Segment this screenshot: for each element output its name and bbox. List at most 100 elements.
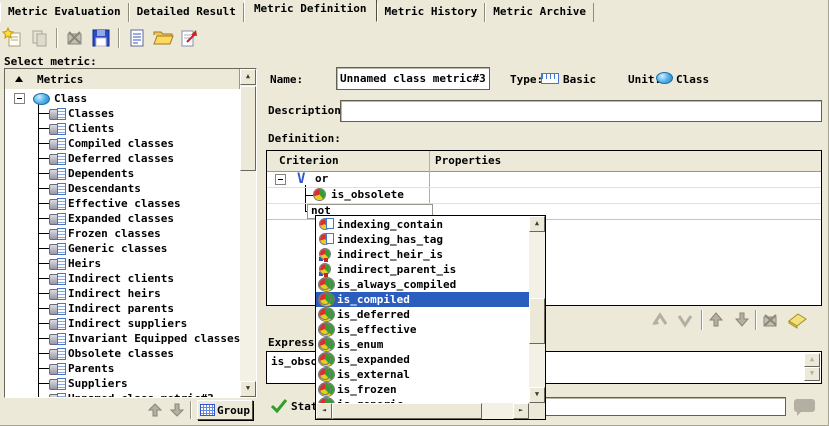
tree-item-metric[interactable]: Unnamed class metric#3 — [5, 391, 240, 397]
scroll-left-icon[interactable]: ◄ — [316, 403, 332, 419]
tree-item-metric[interactable]: Dependents — [5, 166, 240, 181]
move-up-icon — [707, 311, 725, 329]
criterion-option[interactable]: is_deferred — [316, 307, 529, 322]
metric-icon — [49, 228, 66, 240]
unit-value: Class — [676, 73, 709, 86]
criterion-option[interactable]: indirect_heir_is — [316, 247, 529, 262]
criterion-option-label: indirect_heir_is — [337, 247, 443, 262]
open-metrics-folder-button[interactable] — [151, 26, 175, 50]
tree-item-label: Clients — [68, 121, 114, 136]
status-ok-check-icon — [270, 397, 288, 415]
scrollbar-thumb[interactable] — [529, 298, 545, 344]
criterion-column-header[interactable]: Criterion — [279, 154, 339, 167]
dropdown-horizontal-scrollbar[interactable]: ◄ ► — [316, 403, 529, 419]
criterion-option[interactable]: indirect_parent_is — [316, 262, 529, 277]
class-unit-icon — [656, 72, 673, 84]
tree-item-label: Descendants — [68, 181, 141, 196]
tab-metric-archive[interactable]: Metric Archive — [485, 3, 594, 22]
toolbar-separator — [56, 28, 58, 48]
expression-scroll-up-icon[interactable]: ▲ — [804, 353, 820, 367]
tab-detailed-result[interactable]: Detailed Result — [129, 3, 244, 22]
tree-item-metric[interactable]: Compiled classes — [5, 136, 240, 151]
tree-item-label: Unnamed class metric#3 — [68, 391, 214, 397]
scroll-down-icon[interactable]: ▼ — [529, 387, 545, 403]
tree-item-metric[interactable]: Heirs — [5, 256, 240, 271]
metric-icon — [49, 198, 66, 210]
criterion-option[interactable]: indexing_has_tag — [316, 232, 529, 247]
expression-scroll-down-icon[interactable]: ▼ — [804, 367, 820, 381]
tree-item-metric[interactable]: Frozen classes — [5, 226, 240, 241]
criterion-option[interactable]: is_expanded — [316, 352, 529, 367]
scrollbar-thumb[interactable] — [240, 86, 256, 171]
tree-item-metric[interactable]: Parents — [5, 361, 240, 376]
tree-item-metric[interactable]: Suppliers — [5, 376, 240, 391]
properties-column-header[interactable]: Properties — [435, 154, 501, 167]
tree-item-label: Compiled classes — [68, 136, 174, 151]
criterion-row-or[interactable]: V or — [267, 171, 821, 188]
scroll-up-icon[interactable]: ▲ — [240, 69, 256, 85]
criterion-option[interactable]: indexing_contain — [316, 217, 529, 232]
tree-scrollbar[interactable]: ▲ ▼ — [240, 69, 256, 397]
scroll-right-icon[interactable]: ► — [513, 403, 529, 419]
tree-item-class-root[interactable]: Class — [5, 91, 240, 106]
criterion-option[interactable]: is_enum — [316, 337, 529, 352]
tab-metric-definition[interactable]: Metric Definition — [244, 0, 377, 22]
criterion-row-is-obsolete[interactable]: is_obsolete — [267, 187, 821, 204]
toolbar-separator — [118, 28, 120, 48]
tree-item-metric[interactable]: Indirect suppliers — [5, 316, 240, 331]
tree-item-label: Invariant Equipped classes — [68, 331, 240, 346]
dropdown-vertical-scrollbar[interactable]: ▲ ▼ — [529, 216, 545, 403]
toolbar-separator — [701, 310, 703, 330]
tree-item-label: Obsolete classes — [68, 346, 174, 361]
tree-item-metric[interactable]: Expanded classes — [5, 211, 240, 226]
criterion-dropdown: indexing_contain indexing_has_tag indire… — [315, 215, 546, 420]
tree-connector-tick — [38, 173, 49, 174]
tree-item-label: Indirect clients — [68, 271, 174, 286]
criterion-option[interactable]: is_compiled — [316, 292, 529, 307]
save-metric-button[interactable] — [89, 26, 113, 50]
tree-item-metric[interactable]: Indirect clients — [5, 271, 240, 286]
tree-footer: Group — [4, 399, 257, 421]
tree-connector-tick — [38, 248, 49, 249]
scroll-down-icon[interactable]: ▼ — [240, 381, 256, 397]
tree-item-metric[interactable]: Obsolete classes — [5, 346, 240, 361]
tree-item-metric[interactable]: Classes — [5, 106, 240, 121]
criterion-option[interactable]: is_effective — [316, 322, 529, 337]
metric-tool-window: Metric Evaluation Detailed Result Metric… — [0, 0, 829, 426]
scroll-up-icon[interactable]: ▲ — [529, 216, 545, 232]
tree-connector-tick — [38, 293, 49, 294]
tree-item-metric[interactable]: Descendants — [5, 181, 240, 196]
tree-connector-tick — [38, 128, 49, 129]
tree-item-metric[interactable]: Indirect parents — [5, 301, 240, 316]
export-metrics-button[interactable] — [177, 26, 201, 50]
criterion-option-label: indirect_parent_is — [337, 262, 456, 277]
tree-item-metric[interactable]: Indirect heirs — [5, 286, 240, 301]
metric-icon — [49, 168, 66, 180]
criterion-option-label: is_enum — [337, 337, 383, 352]
collapse-icon[interactable] — [14, 93, 25, 104]
tree-item-metric[interactable]: Invariant Equipped classes — [5, 331, 240, 346]
criterion-option[interactable]: is_frozen — [316, 382, 529, 397]
tree-connector-tick — [38, 383, 49, 384]
name-input[interactable] — [336, 67, 490, 90]
criterion-option[interactable]: is_external — [316, 367, 529, 382]
criterion-option-label: indexing_has_tag — [337, 232, 443, 247]
import-metrics-button[interactable] — [125, 26, 149, 50]
tree-item-metric[interactable]: Deferred classes — [5, 151, 240, 166]
tree-connector-tick — [38, 323, 49, 324]
group-button[interactable]: Group — [197, 400, 253, 420]
tree-item-metric[interactable]: Effective classes — [5, 196, 240, 211]
metric-tree-header[interactable]: Metrics — [5, 69, 240, 90]
delete-metric-icon — [64, 27, 86, 49]
collapse-icon[interactable] — [275, 174, 286, 185]
name-label: Name: — [270, 73, 303, 86]
description-input[interactable] — [340, 100, 822, 122]
new-metric-button[interactable] — [1, 26, 25, 50]
tab-metric-evaluation[interactable]: Metric Evaluation — [0, 3, 129, 22]
criterion-option[interactable]: is_always_compiled — [316, 277, 529, 292]
scrollbar-thumb[interactable] — [332, 403, 482, 419]
tree-item-metric[interactable]: Generic classes — [5, 241, 240, 256]
erase-criterion-icon[interactable] — [785, 311, 809, 329]
tab-metric-history[interactable]: Metric History — [377, 3, 486, 22]
tree-item-metric[interactable]: Clients — [5, 121, 240, 136]
